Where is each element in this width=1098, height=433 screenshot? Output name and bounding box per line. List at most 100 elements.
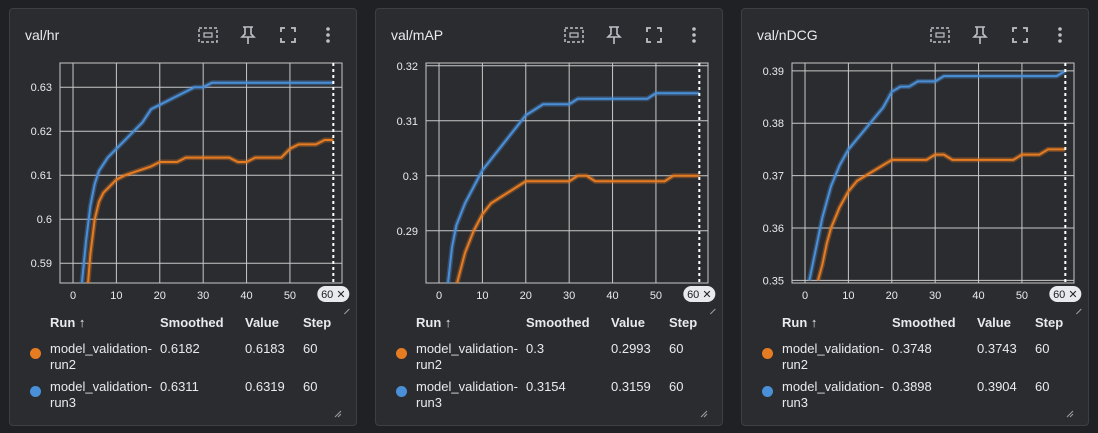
card-toolbar xyxy=(554,21,714,49)
run-name-line2: run2 xyxy=(782,357,809,372)
y-tick-label: 0.6 xyxy=(37,214,52,226)
axis-resize-icon xyxy=(1075,308,1082,315)
resize-handle-icon[interactable] xyxy=(334,405,342,418)
run-name-line1: model_validation- xyxy=(416,341,518,356)
step-value: 60 xyxy=(1035,379,1050,394)
fit-domain-icon xyxy=(197,26,219,44)
run-name: model_validation-run2 xyxy=(416,341,526,373)
run-name-line2: run3 xyxy=(50,395,77,410)
more-vert-icon xyxy=(1057,26,1063,44)
run-name: model_validation-run2 xyxy=(50,341,160,373)
x-tick-label: 40 xyxy=(240,290,252,302)
card-title: val/hr xyxy=(25,27,60,43)
chart-card-map: val/mAP 0.29 0.3 0.31 0.32 0 10 20 30 40 50 60 ✕ R… xyxy=(375,8,723,426)
run3-color-dot[interactable] xyxy=(762,386,773,397)
run-name-line2: run3 xyxy=(782,395,809,410)
header-value: Value xyxy=(245,315,279,330)
x-tick-label: 10 xyxy=(476,290,488,302)
x-tick-label: 50 xyxy=(1016,290,1028,302)
header-run[interactable]: Run ↑ xyxy=(782,315,817,330)
fullscreen-button[interactable] xyxy=(1000,21,1040,49)
chart-card-ndcg: val/nDCG 0.35 0.36 0.37 0.38 0.39 0 10 20 30 40 50… xyxy=(741,8,1089,426)
line-chart[interactable]: 0.29 0.3 0.31 0.32 0 10 20 30 40 50 60 ✕ xyxy=(376,53,724,315)
run-name-line2: run2 xyxy=(50,357,77,372)
table-row: model_validation-run2 0.3 0.2993 60 xyxy=(376,341,724,381)
pin-icon xyxy=(240,25,256,45)
fit-domain-button[interactable] xyxy=(920,21,960,49)
axis-resize-icon xyxy=(709,308,716,315)
pin-button[interactable] xyxy=(228,21,268,49)
header-smoothed: Smoothed xyxy=(160,315,224,330)
series-line xyxy=(80,81,334,283)
x-tick-label: 0 xyxy=(70,290,76,302)
y-tick-label: 0.59 xyxy=(31,258,52,270)
fit-domain-icon xyxy=(929,26,951,44)
x-tick-label: 20 xyxy=(886,290,898,302)
pin-button[interactable] xyxy=(960,21,1000,49)
header-value: Value xyxy=(611,315,645,330)
series-line xyxy=(446,92,700,283)
run2-color-dot[interactable] xyxy=(762,348,773,359)
header-step: Step xyxy=(669,315,698,330)
x-tick-label: 10 xyxy=(842,290,854,302)
run-name: model_validation-run2 xyxy=(782,341,892,373)
fullscreen-button[interactable] xyxy=(268,21,308,49)
y-tick-label: 0.3 xyxy=(403,171,418,183)
series-raw-line xyxy=(79,80,334,283)
series-line xyxy=(87,139,334,283)
x-tick-label: 50 xyxy=(284,290,296,302)
series-raw-line xyxy=(815,146,1066,282)
x-tick-label: 20 xyxy=(154,290,166,302)
smoothed-value: 0.3898 xyxy=(892,379,932,394)
run2-color-dot[interactable] xyxy=(30,348,41,359)
resize-handle-icon[interactable] xyxy=(1066,405,1074,418)
run3-color-dot[interactable] xyxy=(30,386,41,397)
pin-button[interactable] xyxy=(594,21,634,49)
raw-value: 0.6319 xyxy=(245,379,285,394)
header-smoothed: Smoothed xyxy=(892,315,956,330)
run-name-line1: model_validation- xyxy=(416,379,518,394)
y-tick-label: 0.39 xyxy=(763,66,784,78)
step-badge: 60 ✕ xyxy=(321,289,346,301)
more-options-button[interactable] xyxy=(308,21,348,49)
line-chart[interactable]: 0.35 0.36 0.37 0.38 0.39 0 10 20 30 40 50 60 ✕ xyxy=(742,53,1090,315)
step-badge: 60 ✕ xyxy=(687,289,712,301)
plot-frame xyxy=(59,62,343,284)
pin-icon xyxy=(606,25,622,45)
y-tick-label: 0.36 xyxy=(763,223,784,235)
raw-value: 0.2993 xyxy=(611,341,651,356)
header-run[interactable]: Run ↑ xyxy=(50,315,85,330)
smoothed-value: 0.6182 xyxy=(160,341,200,356)
table-row: model_validation-run2 0.6182 0.6183 60 xyxy=(10,341,358,381)
x-tick-label: 30 xyxy=(197,290,209,302)
card-toolbar xyxy=(188,21,348,49)
x-tick-label: 50 xyxy=(650,290,662,302)
resize-handle-icon[interactable] xyxy=(700,405,708,418)
run3-color-dot[interactable] xyxy=(396,386,407,397)
fullscreen-button[interactable] xyxy=(634,21,674,49)
step-value: 60 xyxy=(669,379,684,394)
table-row: model_validation-run3 0.3898 0.3904 60 xyxy=(742,379,1090,419)
fit-domain-button[interactable] xyxy=(554,21,594,49)
x-tick-label: 0 xyxy=(436,290,442,302)
header-step: Step xyxy=(1035,315,1064,330)
y-tick-label: 0.29 xyxy=(397,226,418,238)
more-options-button[interactable] xyxy=(1040,21,1080,49)
fullscreen-icon xyxy=(1012,27,1028,43)
more-vert-icon xyxy=(691,26,697,44)
fit-domain-button[interactable] xyxy=(188,21,228,49)
fit-domain-icon xyxy=(563,26,585,44)
line-chart[interactable]: 0.59 0.6 0.61 0.62 0.63 0 10 20 30 40 50 60 ✕ xyxy=(10,53,358,315)
more-options-button[interactable] xyxy=(674,21,714,49)
series-line xyxy=(817,148,1066,281)
header-run[interactable]: Run ↑ xyxy=(416,315,451,330)
smoothed-value: 0.3 xyxy=(526,341,545,356)
run-name: model_validation-run3 xyxy=(782,379,892,411)
header-smoothed: Smoothed xyxy=(526,315,590,330)
fullscreen-icon xyxy=(280,27,296,43)
run-name: model_validation-run3 xyxy=(416,379,526,411)
step-value: 60 xyxy=(303,341,318,356)
y-tick-label: 0.32 xyxy=(397,61,418,73)
run-name-line2: run3 xyxy=(416,395,443,410)
run2-color-dot[interactable] xyxy=(396,348,407,359)
